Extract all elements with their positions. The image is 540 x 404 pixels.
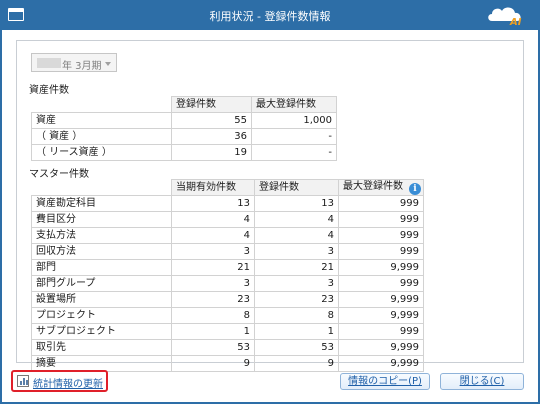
table-row: 支払方法 4 4 999	[31, 227, 424, 244]
assets-header-row: 登録件数 最大登録件数	[31, 96, 337, 113]
row-max: 999	[338, 243, 424, 260]
header-count: 登録件数	[254, 179, 339, 196]
row-max: 999	[338, 323, 424, 340]
row-name: 資産勘定科目	[31, 195, 172, 212]
row-name: 取引先	[31, 339, 172, 356]
row-max: 9,999	[338, 259, 424, 276]
dialog-body: 年 3月期 資産件数 登録件数 最大登録件数 資産 55 1,000 （ 資産 ） 36…	[2, 30, 538, 402]
svg-text:AI: AI	[509, 17, 522, 27]
table-row: プロジェクト 8 8 9,999	[31, 307, 424, 324]
row-count: 55	[171, 112, 252, 129]
table-row: 設置場所 23 23 9,999	[31, 291, 424, 308]
row-active: 13	[171, 195, 255, 212]
row-count: 1	[254, 323, 339, 340]
table-row: サブプロジェクト 1 1 999	[31, 323, 424, 340]
row-name: 部門	[31, 259, 172, 276]
update-statistics-link[interactable]: 統計情報の更新	[11, 370, 108, 392]
row-name: （ 資産 ）	[31, 128, 172, 145]
row-name: 費目区分	[31, 211, 172, 228]
update-statistics-label: 統計情報の更新	[33, 379, 103, 390]
table-row: 部門 21 21 9,999	[31, 259, 424, 276]
row-max: 999	[338, 195, 424, 212]
row-count: 23	[254, 291, 339, 308]
row-count: 53	[254, 339, 339, 356]
masters-header-row: 当期有効件数 登録件数 最大登録件数 i	[31, 179, 424, 196]
year-redacted	[37, 58, 61, 68]
header-blank	[31, 96, 172, 113]
row-active: 9	[171, 355, 255, 372]
masters-section-title: マスター件数	[29, 169, 89, 180]
row-max: 999	[338, 275, 424, 292]
header-blank	[31, 179, 172, 196]
row-count: 3	[254, 275, 339, 292]
row-active: 4	[171, 227, 255, 244]
table-row: 取引先 53 53 9,999	[31, 339, 424, 356]
row-active: 3	[171, 275, 255, 292]
row-active: 4	[171, 211, 255, 228]
row-name: （ リース資産 ）	[31, 144, 172, 161]
row-max: 9,999	[338, 355, 424, 372]
row-active: 8	[171, 307, 255, 324]
row-count: 4	[254, 227, 339, 244]
table-row: （ 資産 ） 36-	[31, 128, 337, 145]
row-count: 13	[254, 195, 339, 212]
table-row: 部門グループ 3 3 999	[31, 275, 424, 292]
row-active: 23	[171, 291, 255, 308]
row-name: 支払方法	[31, 227, 172, 244]
row-name: 資産	[31, 112, 172, 129]
row-active: 21	[171, 259, 255, 276]
row-max: 9,999	[338, 339, 424, 356]
row-count: 4	[254, 211, 339, 228]
table-row: （ リース資産 ） 19-	[31, 144, 337, 161]
row-max: 1,000	[251, 112, 337, 129]
row-max: 999	[338, 211, 424, 228]
header-count: 登録件数	[171, 96, 252, 113]
close-button[interactable]: 閉じる(C)	[440, 373, 524, 390]
masters-table: 当期有効件数 登録件数 最大登録件数 i 資産勘定科目 13 13 999 費目区分 4 4 9…	[31, 179, 424, 372]
content-panel: 年 3月期 資産件数 登録件数 最大登録件数 資産 55 1,000 （ 資産 ） 36…	[16, 40, 524, 372]
row-max: 9,999	[338, 291, 424, 308]
row-name: サブプロジェクト	[31, 323, 172, 340]
info-icon[interactable]: i	[409, 183, 421, 195]
row-active: 3	[171, 243, 255, 260]
row-active: 1	[171, 323, 255, 340]
assets-section-title: 資産件数	[29, 85, 69, 96]
bar-chart-icon	[17, 375, 29, 387]
row-name: 設置場所	[31, 291, 172, 308]
copy-info-button[interactable]: 情報のコピー(P)	[340, 373, 430, 390]
header-max-label: 最大登録件数	[343, 181, 403, 192]
header-active: 当期有効件数	[171, 179, 255, 196]
table-row: 回収方法 3 3 999	[31, 243, 424, 260]
title-bar[interactable]: 利用状況 - 登録件数情報 AI	[0, 0, 540, 30]
row-count: 21	[254, 259, 339, 276]
row-count: 8	[254, 307, 339, 324]
period-label: 年 3月期	[62, 61, 102, 72]
row-count: 3	[254, 243, 339, 260]
row-count: 19	[171, 144, 252, 161]
row-name: プロジェクト	[31, 307, 172, 324]
row-active: 53	[171, 339, 255, 356]
dialog-window: 利用状況 - 登録件数情報 AI 年 3月期 資産件数 登録件数 最大登録件数	[0, 0, 540, 404]
window-title: 利用状況 - 登録件数情報	[209, 10, 331, 23]
row-name: 部門グループ	[31, 275, 172, 292]
row-max: -	[251, 128, 337, 145]
row-name: 回収方法	[31, 243, 172, 260]
table-row: 資産勘定科目 13 13 999	[31, 195, 424, 212]
row-count: 36	[171, 128, 252, 145]
row-max: 9,999	[338, 307, 424, 324]
period-select[interactable]: 年 3月期	[31, 53, 117, 72]
chevron-down-icon	[105, 62, 111, 66]
row-max: -	[251, 144, 337, 161]
table-row: 費目区分 4 4 999	[31, 211, 424, 228]
assets-table: 登録件数 最大登録件数 資産 55 1,000 （ 資産 ） 36- （ リース資産 ） 1…	[31, 96, 337, 161]
table-row: 資産 55 1,000	[31, 112, 337, 129]
ai-cloud-logo-icon: AI	[488, 7, 522, 27]
row-max: 999	[338, 227, 424, 244]
row-count: 9	[254, 355, 339, 372]
header-max: 最大登録件数 i	[338, 179, 424, 196]
header-max: 最大登録件数	[251, 96, 337, 113]
